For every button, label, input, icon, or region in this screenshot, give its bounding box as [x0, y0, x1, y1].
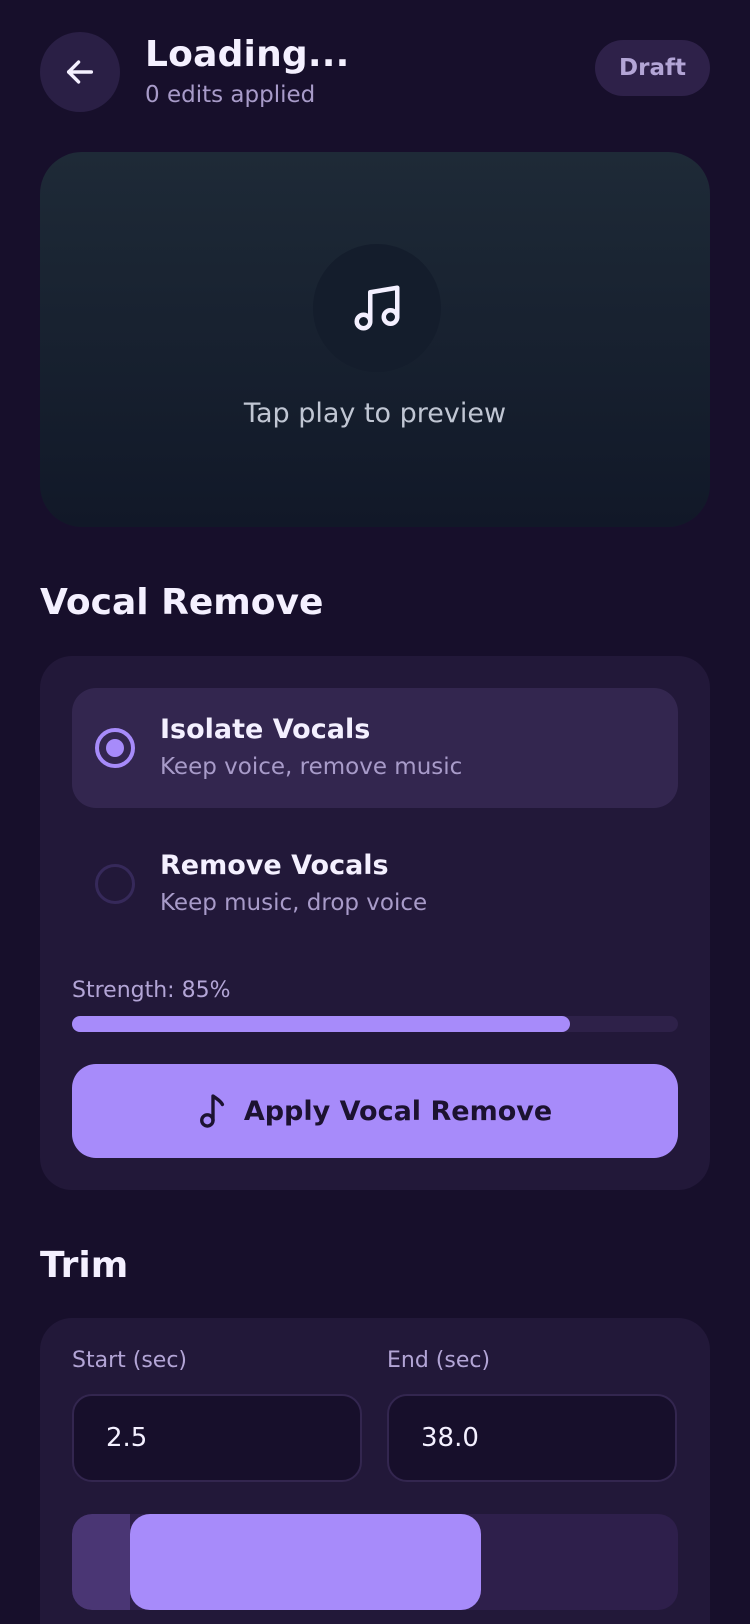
trim-excluded-region [72, 1514, 130, 1610]
option-subtitle: Keep voice, remove music [160, 754, 463, 780]
section-title-vocal-remove: Vocal Remove [40, 582, 324, 623]
arrow-left-icon [66, 60, 94, 84]
edits-count: 0 edits applied [145, 82, 316, 108]
music-note-icon [354, 285, 400, 331]
vocal-remove-card: Isolate Vocals Keep voice, remove music … [40, 656, 710, 1190]
status-badge: Draft [595, 40, 710, 96]
option-remove-vocals[interactable]: Remove Vocals Keep music, drop voice [72, 824, 678, 944]
start-label: Start (sec) [72, 1348, 187, 1373]
preview-hint: Tap play to preview [243, 398, 507, 429]
section-title-trim: Trim [40, 1245, 129, 1286]
radio-unselected-icon[interactable] [95, 864, 135, 904]
trim-selected-region[interactable] [129, 1514, 482, 1610]
apply-button-label: Apply Vocal Remove [243, 1095, 553, 1127]
audio-preview[interactable]: Tap play to preview [40, 152, 710, 527]
back-button[interactable] [40, 32, 120, 112]
option-title: Remove Vocals [160, 850, 389, 881]
strength-slider-fill [72, 1016, 570, 1032]
page-title: Loading... [145, 34, 350, 75]
option-subtitle: Keep music, drop voice [160, 890, 428, 916]
option-isolate-vocals[interactable]: Isolate Vocals Keep voice, remove music [72, 688, 678, 808]
radio-selected-icon[interactable] [95, 728, 135, 768]
play-button[interactable] [313, 244, 441, 372]
trim-range-track[interactable] [72, 1514, 678, 1610]
trim-card: Start (sec) End (sec) [40, 1318, 710, 1624]
apply-vocal-remove-button[interactable]: Apply Vocal Remove [72, 1064, 678, 1158]
end-label: End (sec) [387, 1348, 491, 1373]
start-input[interactable] [72, 1394, 362, 1482]
strength-slider[interactable] [72, 1016, 678, 1032]
option-title: Isolate Vocals [160, 714, 371, 745]
strength-label: Strength: 85% [72, 978, 231, 1003]
header: Loading... 0 edits applied Draft [40, 30, 710, 112]
music-note-icon [199, 1094, 224, 1128]
end-input[interactable] [387, 1394, 677, 1482]
